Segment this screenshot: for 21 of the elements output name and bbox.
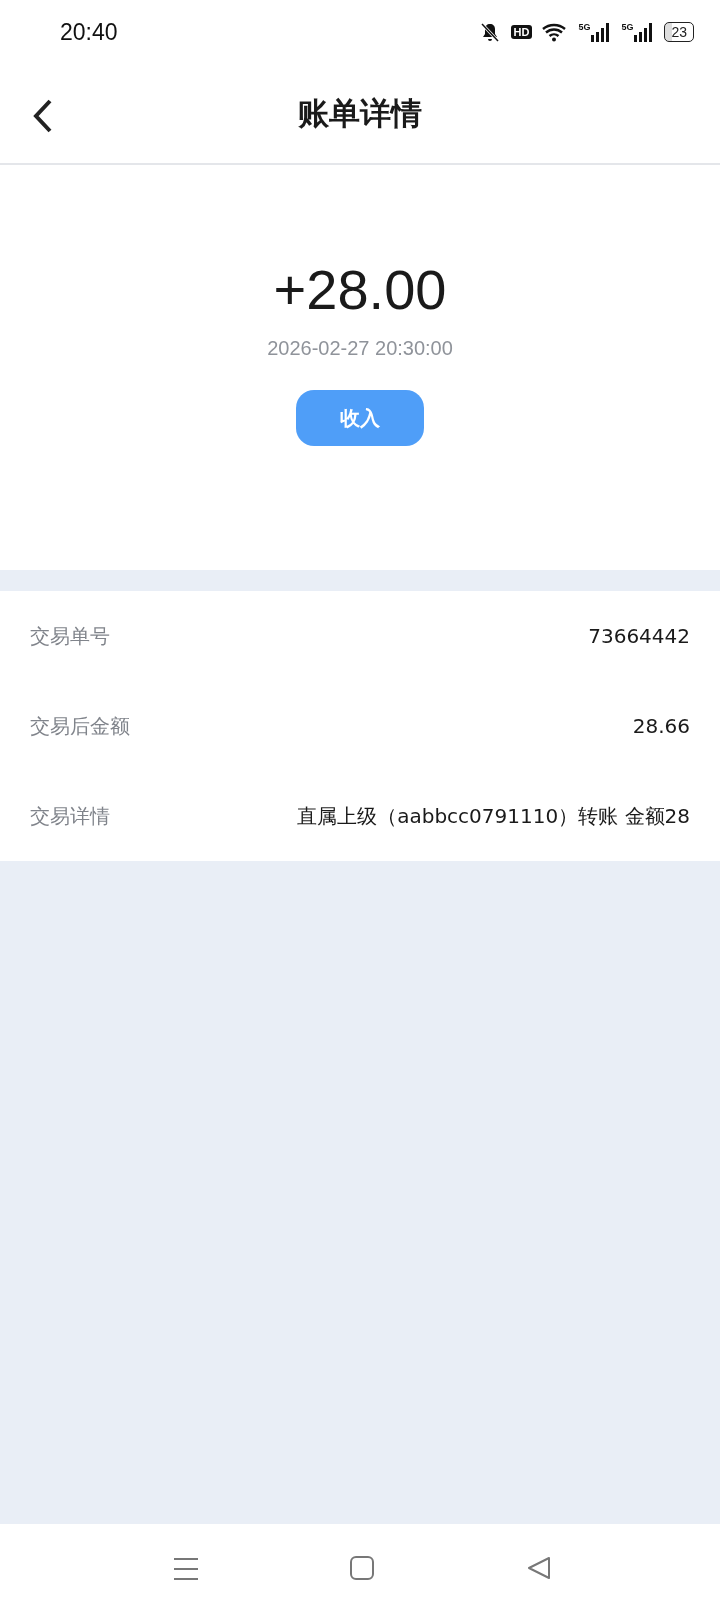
signal-icon [591,22,612,42]
page-title: 账单详情 [298,93,422,133]
detail-label: 交易单号 [30,622,110,650]
detail-value: 28.66 [632,714,690,738]
transaction-time: 2026-02-27 20:30:00 [267,337,453,360]
amount: +28.00 [273,257,447,323]
home-icon[interactable] [350,1556,374,1580]
muted-bell-icon [478,21,501,43]
signal-icon [634,22,655,42]
hd-indicator: HD [510,25,533,39]
type-tag: 收入 [296,390,424,446]
menu-icon[interactable] [173,1556,199,1582]
detail-label: 交易详情 [30,802,110,830]
battery-indicator: 23 [664,22,694,42]
network-label: 5G [621,22,634,32]
detail-value: 73664442 [588,624,690,648]
detail-value: 直属上级（aabbcc0791110）转账 金额28 [297,802,690,830]
status-time: 20:40 [60,18,118,46]
detail-label: 交易后金额 [30,712,130,740]
network-label: 5G [578,22,591,32]
back-nav-icon[interactable] [527,1556,551,1580]
